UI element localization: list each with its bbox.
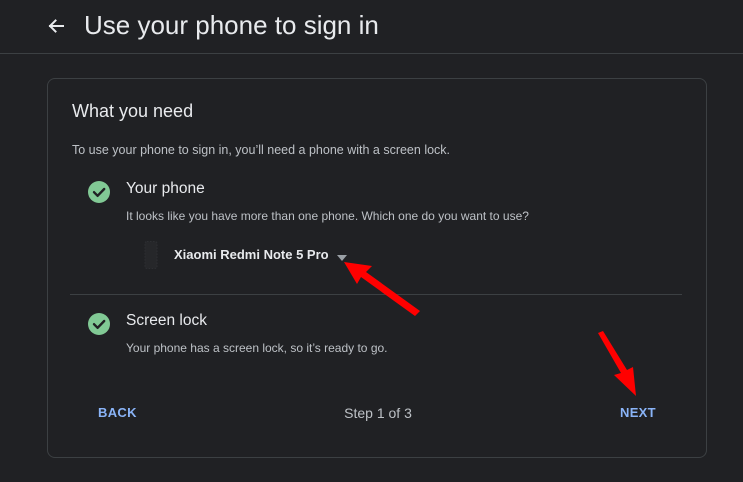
step-indicator-row: Step 1 of 3: [48, 404, 708, 422]
selected-phone-name: Xiaomi Redmi Note 5 Pro: [174, 247, 329, 262]
arrow-left-icon[interactable]: [42, 12, 70, 40]
phone-select-dropdown[interactable]: Xiaomi Redmi Note 5 Pro: [144, 241, 364, 269]
phone-icon: [144, 241, 158, 269]
page-title: Use your phone to sign in: [84, 10, 379, 40]
check-circle-icon: [88, 313, 110, 335]
requirement-label: Screen lock: [126, 312, 207, 329]
requirement-description: Your phone has a screen lock, so it’s re…: [126, 341, 388, 355]
step-indicator: Step 1 of 3: [344, 405, 412, 421]
divider: [70, 294, 682, 295]
next-button[interactable]: NEXT: [620, 405, 656, 421]
what-you-need-card: What you need To use your phone to sign …: [47, 78, 707, 458]
check-circle-icon: [88, 181, 110, 203]
back-button[interactable]: BACK: [98, 405, 137, 421]
card-intro-text: To use your phone to sign in, you’ll nee…: [72, 143, 451, 157]
card-title: What you need: [72, 101, 194, 121]
caret-down-icon[interactable]: [336, 250, 348, 261]
header: Use your phone to sign in: [0, 0, 743, 54]
requirement-description: It looks like you have more than one pho…: [126, 209, 529, 223]
requirement-label: Your phone: [126, 180, 205, 197]
